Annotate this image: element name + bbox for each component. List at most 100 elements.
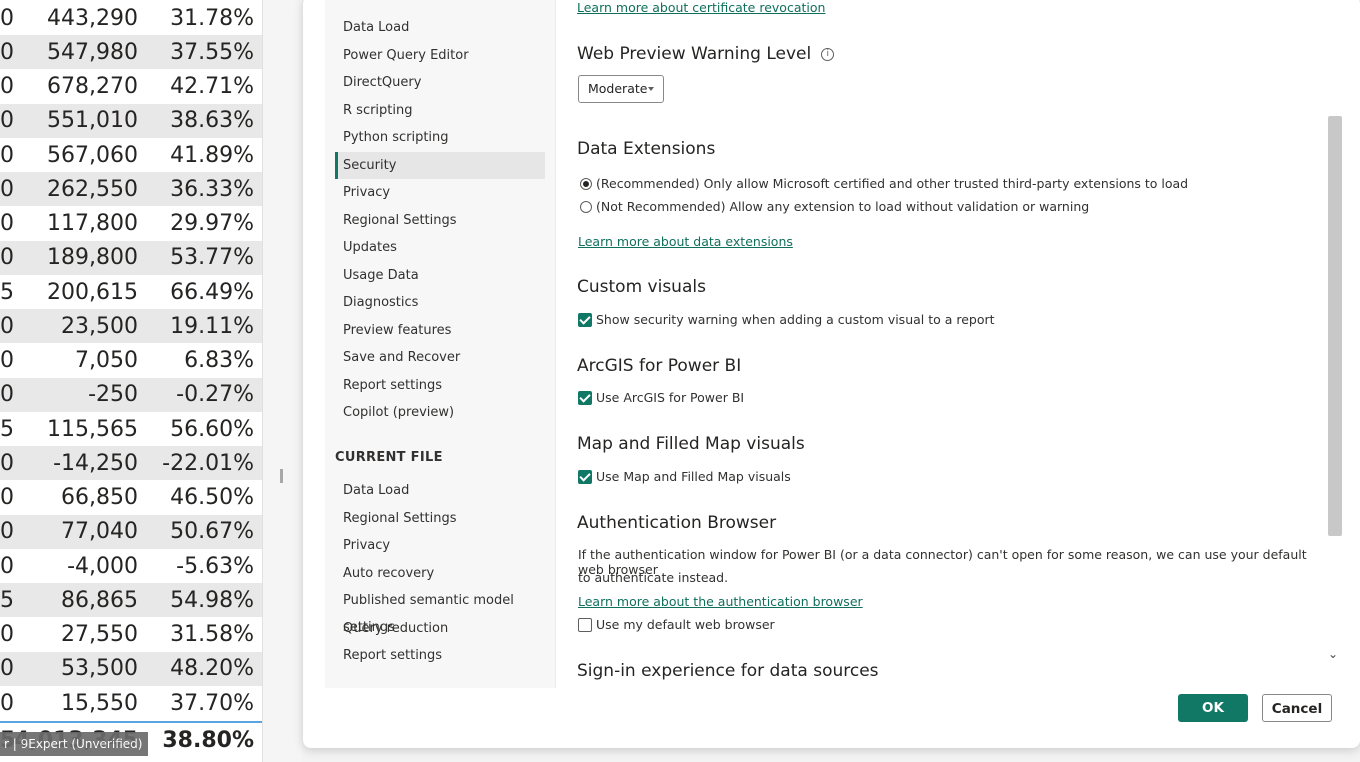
nav-file-item-auto-recovery[interactable]: Auto recovery xyxy=(335,560,545,587)
table-cell: -14,250 xyxy=(53,450,138,476)
custom-visuals-checkbox[interactable] xyxy=(578,313,592,327)
auth-browser-link[interactable]: Learn more about the authentication brow… xyxy=(578,594,863,609)
arcgis-checkbox[interactable] xyxy=(578,391,592,405)
nav-file-item-regional-settings[interactable]: Regional Settings xyxy=(335,505,545,532)
table-cell: 117,800 xyxy=(47,211,138,236)
table-cell: 0 xyxy=(0,553,14,579)
nav-item-privacy[interactable]: Privacy xyxy=(335,179,545,206)
resize-handle[interactable] xyxy=(280,469,283,483)
table-cell: 23,500 xyxy=(61,313,138,339)
table-row: 0 7,050 6.83% xyxy=(0,344,262,378)
scroll-down-icon[interactable]: ⌄ xyxy=(1328,647,1338,661)
table-row: 0 262,550 36.33% xyxy=(0,172,262,207)
table-row: 0 567,060 41.89% xyxy=(0,138,262,172)
table-cell: -250 xyxy=(88,382,138,408)
table-cell: 0 xyxy=(0,519,14,545)
table-cell: 54.98% xyxy=(170,587,254,613)
custom-visuals-title: Custom visuals xyxy=(577,277,706,297)
table-cell: 37.55% xyxy=(170,39,254,65)
table-row: 5 200,615 66.49% xyxy=(0,275,262,309)
table-cell: 115,565 xyxy=(47,416,138,442)
nav-file-item-report-settings[interactable]: Report settings xyxy=(335,642,545,669)
settings-scrollbar[interactable] xyxy=(1325,0,1343,672)
table-cell: 31.58% xyxy=(170,622,254,647)
table-row: 0 66,850 46.50% xyxy=(0,481,262,515)
cert-revocation-link[interactable]: Learn more about certificate revocation xyxy=(577,0,825,15)
nav-item-r-scripting[interactable]: R scripting xyxy=(335,97,545,124)
nav-item-python-scripting[interactable]: Python scripting xyxy=(335,124,545,151)
nav-item-directquery[interactable]: DirectQuery xyxy=(335,69,545,96)
table-cell: 200,615 xyxy=(47,279,138,305)
nav-file-item-privacy[interactable]: Privacy xyxy=(335,532,545,559)
table-cell: 15,550 xyxy=(61,690,138,716)
table-cell: 37.70% xyxy=(170,690,254,716)
table-row: 0 77,040 50.67% xyxy=(0,514,262,549)
table-cell: 46.50% xyxy=(170,485,254,510)
table-cell: 189,800 xyxy=(47,245,138,271)
table-cell: 0 xyxy=(0,108,14,134)
nav-item-security[interactable]: Security xyxy=(335,151,545,179)
table-row: 0 23,500 19.11% xyxy=(0,309,262,344)
map-visuals-checkbox[interactable] xyxy=(578,470,592,484)
table-row: 0 117,800 29.97% xyxy=(0,207,262,241)
auth-browser-desc-2: to authenticate instead. xyxy=(578,570,729,585)
options-nav: Data Load Power Query Editor DirectQuery R … xyxy=(325,0,556,688)
table-cell: 0 xyxy=(0,142,14,168)
nav-item-diagnostics[interactable]: Diagnostics xyxy=(335,289,545,316)
nav-item-updates[interactable]: Updates xyxy=(335,234,545,261)
background-table: 0 443,290 31.78% 0 547,980 37.55% 0 678,270 42.7… xyxy=(0,0,262,762)
nav-file-item-data-load[interactable]: Data Load xyxy=(335,477,545,504)
table-row: 5 86,865 54.98% xyxy=(0,583,262,618)
table-cell: 56.60% xyxy=(170,416,254,442)
default-browser-checkbox[interactable] xyxy=(578,618,592,632)
scroll-thumb[interactable] xyxy=(1328,116,1342,536)
table-row: 0 -14,250 -22.01% xyxy=(0,446,262,481)
radio-recommended[interactable] xyxy=(580,178,592,190)
table-cell: 0 xyxy=(0,450,14,476)
table-cell: -5.63% xyxy=(176,553,254,579)
table-cell: 86,865 xyxy=(61,587,138,613)
web-preview-title: Web Preview Warning Level i xyxy=(577,44,835,64)
nav-file-item-published-semantic-model-settings[interactable]: Published semantic model settings xyxy=(335,587,545,635)
table-row: 0 27,550 31.58% xyxy=(0,618,262,652)
nav-item-copilot-preview[interactable]: Copilot (preview) xyxy=(335,399,545,426)
default-browser-label: Use my default web browser xyxy=(596,617,775,632)
current-file-header: CURRENT FILE xyxy=(335,450,443,465)
table-row: 0 -250 -0.27% xyxy=(0,377,262,412)
nav-item-save-and-recover[interactable]: Save and Recover xyxy=(335,344,545,371)
ok-button[interactable]: OK xyxy=(1178,694,1248,722)
nav-item-data-load[interactable]: Data Load xyxy=(335,14,545,41)
cancel-button[interactable]: Cancel xyxy=(1262,694,1332,722)
map-visuals-label: Use Map and Filled Map visuals xyxy=(596,469,791,484)
table-cell: 5 xyxy=(0,416,14,442)
table-cell: 0 xyxy=(0,5,14,31)
table-cell: 567,060 xyxy=(47,142,138,168)
nav-file-item-query-reduction[interactable]: Query reduction xyxy=(335,615,545,642)
report-gutter xyxy=(262,0,302,762)
table-cell: 0 xyxy=(0,176,14,202)
table-cell: -0.27% xyxy=(176,382,254,408)
info-icon[interactable]: i xyxy=(821,47,835,61)
nav-item-usage-data[interactable]: Usage Data xyxy=(335,262,545,289)
table-row: 0 551,010 38.63% xyxy=(0,103,262,138)
table-row: 0 443,290 31.78% xyxy=(0,1,262,35)
table-cell: 551,010 xyxy=(47,108,138,134)
web-preview-title-text: Web Preview Warning Level xyxy=(577,44,812,64)
radio-not-recommended-label: (Not Recommended) Allow any extension to… xyxy=(596,199,1090,214)
nav-item-regional-settings[interactable]: Regional Settings xyxy=(335,207,545,234)
table-cell: 42.71% xyxy=(170,74,254,99)
table-row: 0 678,270 42.71% xyxy=(0,70,262,104)
table-cell: 0 xyxy=(0,211,14,236)
table-row: 0 -4,000 -5.63% xyxy=(0,549,262,583)
nav-item-power-query-editor[interactable]: Power Query Editor xyxy=(335,42,545,69)
table-cell: 5 xyxy=(0,279,14,305)
table-row: 5 115,565 56.60% xyxy=(0,412,262,446)
chevron-down-icon xyxy=(648,87,654,91)
table-cell: 48.20% xyxy=(170,656,254,682)
table-cell: 0 xyxy=(0,39,14,65)
data-extensions-link[interactable]: Learn more about data extensions xyxy=(578,234,793,249)
web-preview-dropdown[interactable]: Moderate xyxy=(578,75,664,103)
radio-not-recommended[interactable] xyxy=(580,201,592,213)
nav-item-report-settings[interactable]: Report settings xyxy=(335,372,545,399)
nav-item-preview-features[interactable]: Preview features xyxy=(335,317,545,344)
